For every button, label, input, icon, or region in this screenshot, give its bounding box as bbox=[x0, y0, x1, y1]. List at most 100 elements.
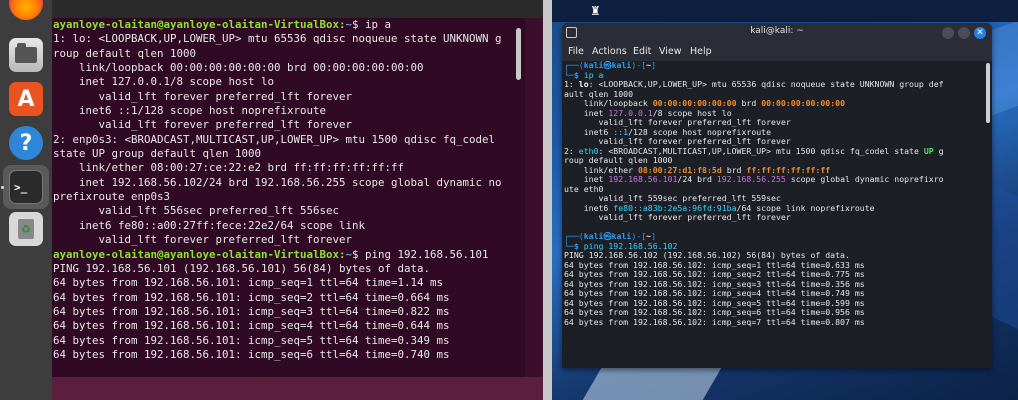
terminal-text-segment: UP bbox=[923, 145, 934, 156]
terminal-text-segment: ault qlen 1000 bbox=[564, 88, 634, 99]
terminal-text-segment: 192.168.56.255 bbox=[716, 174, 786, 184]
terminal-text-segment: lo bbox=[578, 79, 589, 89]
menu-view[interactable]: View bbox=[659, 46, 682, 57]
menu-help[interactable]: Help bbox=[690, 46, 712, 57]
terminal-text-segment: 08:00:27:d1:f8:5d bbox=[637, 164, 722, 175]
terminal-text-segment: valid_lft 559sec preferred_lft 559sec bbox=[564, 193, 781, 203]
output-line: 64 bytes from 192.168.56.102: icmp_seq=7… bbox=[564, 316, 992, 328]
terminal-text-segment: PING 192.168.56.102 (192.168.56.102) 56(… bbox=[564, 250, 850, 260]
prompt-user-host: ayanloye-olaitan@ayanloye-olaitan-Virtua… bbox=[53, 247, 340, 261]
output-text: 64 bytes from 192.168.56.101: icmp_seq=6… bbox=[53, 347, 450, 361]
files-icon[interactable] bbox=[9, 38, 43, 72]
output-line: inet 192.168.56.101/24 brd 192.168.56.25… bbox=[564, 174, 992, 185]
terminal-text-segment: 64 bytes from 192.168.56.102: icmp_seq=1… bbox=[564, 259, 865, 270]
kali-vm-screen: ♜ kali@kali: ~ ✕ File Actions Edit View … bbox=[552, 0, 1018, 400]
terminal-icon[interactable]: >_ bbox=[9, 170, 43, 204]
output-line: 64 bytes from 192.168.56.101: icmp_seq=5… bbox=[53, 334, 525, 348]
terminal-text-segment: /128 scope host noprefixroute bbox=[628, 126, 772, 137]
terminal-text-segment: valid_lft forever preferred_lft forever bbox=[564, 117, 791, 127]
prompt-line: ayanloye-olaitan@ayanloye-olaitan-Virtua… bbox=[53, 18, 525, 32]
output-text: 64 bytes from 192.168.56.101: icmp_seq=4… bbox=[53, 319, 450, 333]
output-line: roup default qlen 1000 bbox=[53, 47, 525, 61]
kali-terminal-scrollbar[interactable] bbox=[986, 63, 990, 123]
output-text: 64 bytes from 192.168.56.101: icmp_seq=3… bbox=[53, 304, 450, 318]
trash-icon[interactable]: ♻ bbox=[9, 212, 43, 246]
terminal-text-segment: $ bbox=[573, 240, 584, 251]
output-line: valid_lft forever preferred_lft forever bbox=[564, 212, 992, 223]
output-text: 64 bytes from 192.168.56.101: icmp_seq=2… bbox=[53, 290, 450, 304]
terminal-text-segment: ] bbox=[651, 61, 657, 70]
terminal-text-segment: : <LOOPBACK,UP,LOWER_UP> mtu 65536 qdisc… bbox=[588, 79, 944, 89]
output-line: 64 bytes from 192.168.56.101: icmp_seq=1… bbox=[53, 276, 525, 290]
terminal-text-segment: )-[ bbox=[631, 231, 647, 241]
terminal-text-segment: eth0 bbox=[578, 145, 599, 156]
ubuntu-desktop-background bbox=[52, 377, 543, 400]
output-line: PING 192.168.56.101 (192.168.56.101) 56(… bbox=[53, 262, 525, 276]
output-text: inet6 fe80::a00:27ff:fece:22e2/64 scope … bbox=[53, 218, 366, 232]
terminal-text-segment: inet6 bbox=[564, 126, 614, 137]
kali-menu-icon[interactable]: ♜ bbox=[590, 4, 604, 18]
kali-top-panel: ♜ bbox=[552, 0, 1018, 22]
terminal-text-segment: link/ether bbox=[564, 164, 638, 175]
menu-edit[interactable]: Edit bbox=[633, 46, 651, 57]
output-line: valid_lft forever preferred_lft forever bbox=[53, 90, 525, 104]
terminal-text-segment: )-[ bbox=[631, 61, 647, 70]
app-center-icon[interactable]: A bbox=[9, 82, 43, 116]
output-line: valid_lft forever preferred_lft forever bbox=[53, 233, 525, 247]
terminal-text-segment: inet bbox=[564, 107, 609, 118]
folder-icon bbox=[15, 43, 37, 63]
maximize-button[interactable] bbox=[958, 27, 970, 39]
output-line: ┌──(kali㉿kali)-[~] bbox=[564, 61, 992, 71]
ubuntu-dock: A ? >_ ♻ bbox=[0, 0, 52, 400]
terminal-text-segment: ip a bbox=[583, 69, 604, 80]
output-text: inet6 ::1/128 scope host noprefixroute bbox=[53, 104, 327, 118]
terminal-text-segment: 2: bbox=[564, 145, 579, 156]
minimize-button[interactable] bbox=[942, 27, 954, 39]
terminal-text-segment: $ bbox=[573, 69, 584, 80]
ubuntu-terminal-scrollbar[interactable] bbox=[516, 28, 521, 80]
ubuntu-top-bar bbox=[0, 0, 543, 18]
prompt-command: $ ping 192.168.56.101 bbox=[352, 247, 489, 261]
terminal-text-segment: 00:00:00:00:00:00 bbox=[761, 98, 846, 108]
close-button[interactable]: ✕ bbox=[974, 27, 986, 39]
output-text: link/loopback 00:00:00:00:00:00 brd 00:0… bbox=[53, 61, 424, 75]
menu-file[interactable]: File bbox=[568, 46, 584, 57]
terminal-text-segment: scope global dynamic noprefixro bbox=[785, 174, 944, 184]
terminal-text-segment: 64 bytes from 192.168.56.102: icmp_seq=5… bbox=[564, 297, 865, 308]
output-line: 64 bytes from 192.168.56.101: icmp_seq=4… bbox=[53, 319, 525, 333]
terminal-text-segment: /64 scope link noprefixroute bbox=[736, 202, 875, 213]
help-icon[interactable]: ? bbox=[9, 126, 43, 160]
output-text: link/ether 08:00:27:ce:22:e2 brd ff:ff:f… bbox=[53, 161, 405, 175]
output-line: 2: enp0s3: <BROADCAST,MULTICAST,UP,LOWER… bbox=[53, 133, 525, 147]
terminal-text-segment: └─ bbox=[564, 240, 574, 251]
window-title: kali@kali: ~ bbox=[750, 26, 804, 36]
output-line: valid_lft forever preferred_lft forever bbox=[53, 118, 525, 132]
terminal-text-segment: ] bbox=[651, 231, 657, 241]
terminal-text-segment: 192.168.56.101 bbox=[608, 174, 678, 184]
output-line: 64 bytes from 192.168.56.101: icmp_seq=2… bbox=[53, 291, 525, 305]
kali-terminal[interactable]: ┌──(kali㉿kali)-[~] └─$ ip a 1: lo: <LOOPBA… bbox=[562, 61, 992, 368]
ubuntu-vm-screen: A ? >_ ♻ ayanloye-olaitan@ayanloye-olait… bbox=[0, 0, 543, 400]
terminal-text-segment: 64 bytes from 192.168.56.102: icmp_seq=7… bbox=[564, 316, 865, 327]
terminal-text-segment: valid_lft forever preferred_lft forever bbox=[564, 136, 791, 146]
terminal-text-segment: 64 bytes from 192.168.56.102: icmp_seq=6… bbox=[564, 307, 865, 317]
output-text: valid_lft forever preferred_lft forever bbox=[53, 89, 353, 103]
terminal-text-segment: ┌──( bbox=[564, 231, 584, 241]
output-text: PING 192.168.56.101 (192.168.56.101) 56(… bbox=[53, 261, 431, 275]
terminal-text-segment: 64 bytes from 192.168.56.102: icmp_seq=2… bbox=[564, 269, 865, 279]
output-text: valid_lft 556sec preferred_lft 556sec bbox=[53, 204, 340, 218]
output-line: link/ether 08:00:27:ce:22:e2 brd ff:ff:f… bbox=[53, 161, 525, 175]
terminal-text-segment: ::1 bbox=[613, 126, 629, 137]
kali-window-titlebar[interactable]: kali@kali: ~ ✕ bbox=[562, 23, 992, 43]
firefox-icon[interactable] bbox=[9, 0, 43, 20]
terminal-text-segment: link/loopback bbox=[564, 98, 653, 108]
output-line: inet6 ::1/128 scope host noprefixroute bbox=[53, 104, 525, 118]
menu-actions[interactable]: Actions bbox=[592, 46, 627, 57]
terminal-text-segment: roup default qlen 1000 bbox=[564, 155, 673, 165]
terminal-text-segment: kali㉿kali bbox=[583, 231, 632, 241]
prompt-user-host: ayanloye-olaitan@ayanloye-olaitan-Virtua… bbox=[53, 18, 340, 31]
terminal-text-segment: /24 brd bbox=[677, 174, 717, 184]
terminal-text-segment: valid_lft forever preferred_lft forever bbox=[564, 212, 791, 222]
ubuntu-terminal[interactable]: ayanloye-olaitan@ayanloye-olaitan-Virtua… bbox=[52, 18, 525, 377]
output-text: 64 bytes from 192.168.56.101: icmp_seq=1… bbox=[53, 276, 444, 290]
